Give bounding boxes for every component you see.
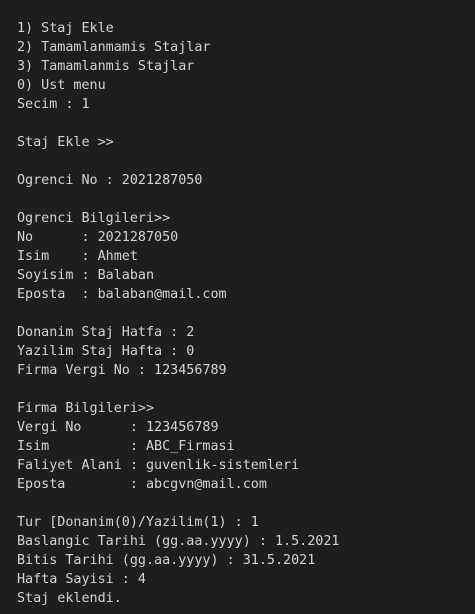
terminal-line: Soyisim : Balaban [17, 268, 155, 283]
terminal-line: Ogrenci Bilgileri>> [17, 211, 171, 226]
terminal-output: 1) Staj Ekle 2) Tamamlanmamis Stajlar 3)… [17, 19, 467, 608]
terminal-line: Firma Vergi No : 123456789 [17, 363, 227, 378]
terminal-line: Ogrenci No : 2021287050 [17, 173, 203, 188]
terminal-line: Baslangic Tarihi (gg.aa.yyyy) : 1.5.2021 [17, 534, 340, 549]
terminal-line: Staj eklendi. [17, 591, 122, 606]
terminal-line: Faliyet Alani : guvenlik-sistemleri [17, 458, 300, 473]
terminal-line: Hafta Sayisi : 4 [17, 572, 146, 587]
terminal-line: Staj Ekle >> [17, 135, 114, 150]
terminal-line: Isim : ABC_Firmasi [17, 439, 235, 454]
terminal-line: Bitis Tarihi (gg.aa.yyyy) : 31.5.2021 [17, 553, 316, 568]
terminal-line: Firma Bilgileri>> [17, 401, 155, 416]
terminal-line: Vergi No : 123456789 [17, 420, 219, 435]
terminal-line: Isim : Ahmet [17, 249, 138, 264]
terminal-line: 2) Tamamlanmamis Stajlar [17, 40, 211, 55]
terminal-line: Eposta : abcgvn@mail.com [17, 477, 267, 492]
terminal-line: Secim : 1 [17, 97, 90, 112]
terminal-line: Eposta : balaban@mail.com [17, 287, 227, 302]
terminal-line: 1) Staj Ekle [17, 21, 114, 36]
terminal-line: 0) Ust menu [17, 78, 106, 93]
terminal-line: Yazilim Staj Hafta : 0 [17, 344, 195, 359]
terminal-line: 3) Tamamlanmis Stajlar [17, 59, 195, 74]
terminal-line: No : 2021287050 [17, 230, 179, 245]
terminal-line: Tur [Donanim(0)/Yazilim(1) : 1 [17, 515, 259, 530]
terminal-line: Donanim Staj Hatfa : 2 [17, 325, 195, 340]
